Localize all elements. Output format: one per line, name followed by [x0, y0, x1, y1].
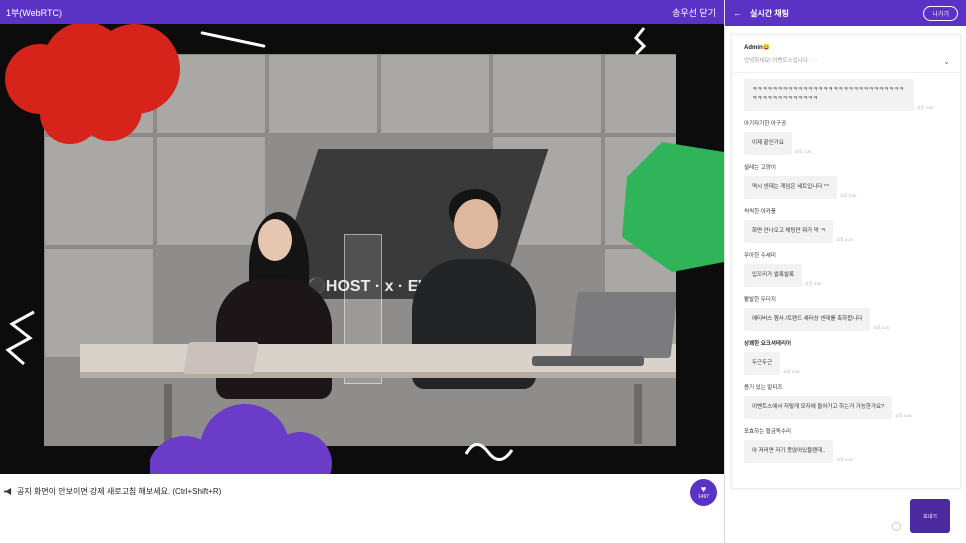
message-time: 오후 3:20	[836, 457, 853, 462]
chat-message: 상쾌한 요크셔테리어 두근두근 오후 3:20	[744, 339, 948, 375]
chat-message: 포효하는 황금독수리 아 저러면 저기 못앉아있을텐데.. 오후 3:20	[744, 427, 948, 463]
message-text: 이제 끝인가요	[744, 132, 792, 155]
session-title: 1부(WebRTC)	[6, 7, 62, 18]
tablet	[183, 342, 259, 374]
message-time: 오후 3:20	[840, 193, 857, 198]
message-text: 두근두근	[744, 352, 781, 375]
purple-cloud-decoration	[150, 404, 332, 474]
pinned-notice[interactable]: Admin😀 안녕하세요! 이벤트스입니다 · · · ⌄	[732, 35, 960, 73]
message-nickname: 상쾌한 요크셔테리어	[744, 341, 792, 347]
red-cloud-decoration	[5, 24, 180, 144]
white-line-decoration	[200, 31, 266, 48]
message-text: 화면 안나오고 채팅만 뭐가 막 ㅋ	[744, 220, 834, 243]
message-text: ㅋㅋㅋㅋㅋㅋㅋㅋㅋㅋㅋㅋㅋㅋㅋㅋㅋㅋㅋㅋㅋㅋㅋㅋㅋㅋㅋㅋㅋㅋㅋㅋㅋㅋㅋㅋㅋㅋㅋㅋ…	[744, 79, 914, 111]
notice-bar: 공지 화면이 안보이면 강제 새로고침 해보세요. (Ctrl+Shift+R)	[4, 486, 221, 497]
chat-message: ㅋㅋㅋㅋㅋㅋㅋㅋㅋㅋㅋㅋㅋㅋㅋㅋㅋㅋㅋㅋㅋㅋㅋㅋㅋㅋㅋㅋㅋㅋㅋㅋㅋㅋㅋㅋㅋㅋㅋㅋ…	[744, 79, 948, 111]
pinned-author: Admin😀	[744, 45, 771, 51]
chat-sidebar: ← 실시간 채팅 나가기 Admin😀 안녕하세요! 이벤트스입니다 · · ·…	[724, 0, 966, 543]
message-time: 오후 3:20	[836, 237, 853, 242]
message-nickname: 씩씩한 아카풍	[744, 209, 776, 215]
heart-icon: ♥	[700, 484, 707, 494]
send-button[interactable]: 보내기	[910, 499, 950, 533]
message-nickname: 용기 있는 말티즈	[744, 385, 783, 391]
chat-message: 씩씩한 아카풍 화면 안나오고 채팅만 뭐가 막 ㅋ 오후 3:20	[744, 207, 948, 243]
message-time: 오후 3:20	[794, 149, 812, 154]
notice-text: 공지 화면이 안보이면 강제 새로고침 해보세요. (Ctrl+Shift+R)	[17, 487, 222, 496]
chat-input-area: 보내기	[725, 490, 966, 543]
chat-message: 우아한 수세미 입꼬리가 씰룩씰룩 오후 3:20	[744, 251, 948, 287]
back-arrow-icon[interactable]: ←	[733, 8, 742, 18]
app-root: 1부(WebRTC) 송우선 닫기 ⚫HOST · x · EWL 공지 화면이…	[0, 0, 966, 543]
top-bar: 1부(WebRTC) 송우선 닫기	[0, 0, 724, 24]
message-time: 오후 3:20	[917, 105, 934, 110]
chat-message: 아기자기한 아구공 이제 끝인가요 오후 3:20	[744, 119, 948, 155]
pinned-message: 안녕하세요! 이벤트스입니다 · · ·	[744, 58, 818, 64]
chat-messages[interactable]: ㅋㅋㅋㅋㅋㅋㅋㅋㅋㅋㅋㅋㅋㅋㅋㅋㅋㅋㅋㅋㅋㅋㅋㅋㅋㅋㅋㅋㅋㅋㅋㅋㅋㅋㅋㅋㅋㅋㅋㅋ…	[732, 73, 960, 477]
message-nickname: 포효하는 황금독수리	[744, 429, 792, 435]
chat-panel: Admin😀 안녕하세요! 이벤트스입니다 · · · ⌄ ㅋㅋㅋㅋㅋㅋㅋㅋㅋㅋ…	[731, 34, 961, 489]
message-time: 오후 3:20	[895, 413, 912, 418]
message-nickname: 우아한 수세미	[744, 253, 776, 259]
white-zigzag-decoration	[633, 27, 647, 56]
message-text: 에티버스 행사 /트랜드 섀터상 넨데를 축하합니다	[744, 308, 871, 331]
chat-message: 활발한 두더지 에티버스 행사 /트랜드 섀터상 넨데를 축하합니다 오후 3:…	[744, 295, 948, 331]
host-woman	[216, 279, 332, 399]
message-text: 입꼬리가 씰룩씰룩	[744, 264, 803, 287]
exit-button[interactable]: 나가기	[923, 5, 958, 21]
message-time: 오후 3:20	[873, 325, 890, 330]
chat-header: ← 실시간 채팅 나가기	[725, 0, 966, 26]
chevron-down-icon[interactable]: ⌄	[943, 57, 950, 66]
message-text: 아 저러면 저기 못앉아있을텐데..	[744, 440, 834, 463]
chat-message: 용기 있는 말티즈 이벤트스에서 저렇게 모자에 들어가고 하는거 가능한가요?…	[744, 383, 948, 419]
message-nickname: 아기자기한 아구공	[744, 121, 787, 127]
chat-message: 설레는 고양이 역시 넨데는 게임은 세트입니다 ^^ 오후 3:20	[744, 163, 948, 199]
message-text: 이벤트스에서 저렇게 모자에 들어가고 하는거 가능한가요?	[744, 396, 893, 419]
chat-title: 실시간 채팅	[750, 8, 790, 18]
like-button[interactable]: ♥ 1497	[690, 479, 717, 506]
message-nickname: 설레는 고양이	[744, 165, 776, 171]
green-hexagon-decoration	[622, 142, 724, 272]
video-player[interactable]: ⚫HOST · x · EWL	[0, 24, 724, 474]
message-time: 오후 3:20	[805, 281, 822, 286]
message-nickname: 활발한 두더지	[744, 297, 776, 303]
message-text: 역시 넨데는 게임은 세트입니다 ^^	[744, 176, 838, 199]
message-time: 오후 3:20	[783, 369, 800, 374]
white-squiggle-decoration	[464, 443, 514, 461]
close-broadcast-button[interactable]: 송우선 닫기	[672, 6, 716, 19]
like-count: 1497	[697, 494, 710, 500]
emoji-icon[interactable]	[892, 522, 901, 531]
laptop	[570, 292, 676, 358]
megaphone-icon	[4, 488, 12, 495]
white-zigzag-decoration	[5, 310, 35, 366]
